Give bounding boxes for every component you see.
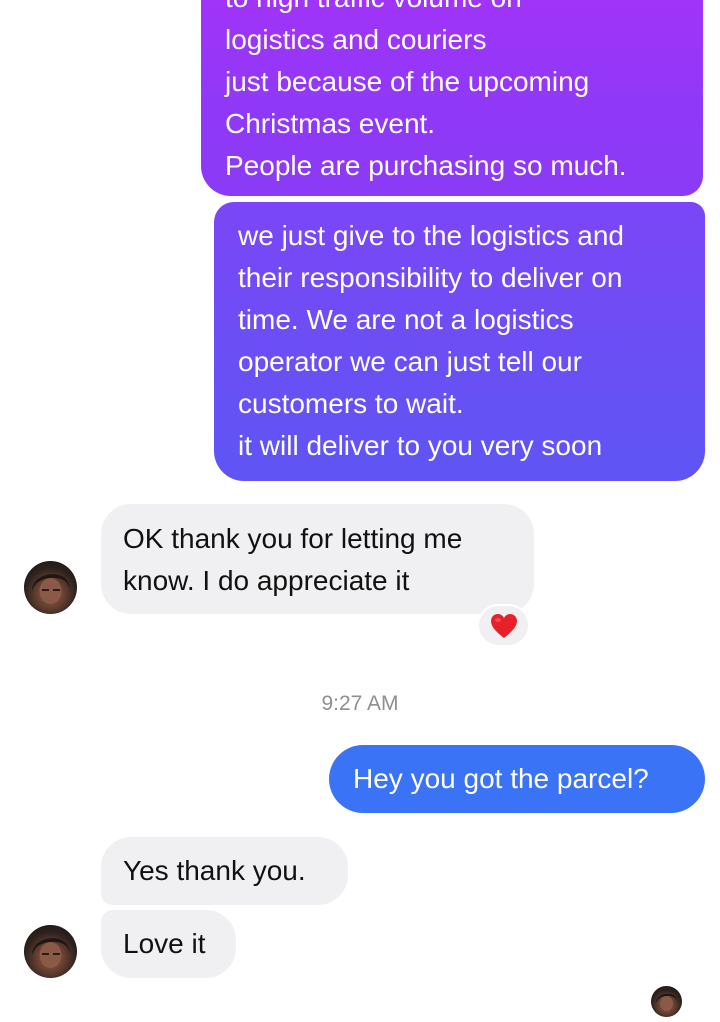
message-bubble-incoming[interactable]: OK thank you for letting me know. I do a… bbox=[101, 504, 534, 614]
avatar-photo-icon bbox=[32, 574, 70, 604]
reaction-badge[interactable] bbox=[477, 604, 530, 647]
message-line: Yes thank you. bbox=[123, 855, 306, 886]
message-bubble-incoming[interactable]: Yes thank you. bbox=[101, 837, 348, 905]
read-receipt-avatar bbox=[651, 986, 682, 1017]
message-bubble-outgoing[interactable]: Hey you got the parcel? bbox=[329, 745, 705, 813]
contact-avatar[interactable] bbox=[24, 561, 77, 614]
avatar-photo-icon bbox=[655, 993, 678, 1012]
contact-avatar[interactable] bbox=[24, 925, 77, 978]
message-line: Christmas event. bbox=[225, 108, 436, 139]
message-line: operator we can just tell our bbox=[238, 346, 582, 377]
message-line: logistics and couriers bbox=[225, 24, 487, 55]
message-line: know. I do appreciate it bbox=[123, 565, 410, 596]
message-line: to high traffic volume on bbox=[225, 0, 679, 19]
message-line: just because of the upcoming bbox=[225, 66, 590, 97]
message-line: Love it bbox=[123, 928, 206, 959]
message-bubble-incoming[interactable]: Love it bbox=[101, 910, 236, 978]
message-line: it will deliver to you very soon bbox=[238, 430, 603, 461]
message-line: customers to wait. bbox=[238, 388, 464, 419]
message-line: OK thank you for letting me bbox=[123, 523, 463, 554]
message-line: their responsibility to deliver on bbox=[238, 262, 623, 293]
message-line: time. We are not a logistics bbox=[238, 304, 574, 335]
avatar-photo-icon bbox=[32, 938, 70, 968]
message-line: People are purchasing so much. bbox=[225, 150, 627, 181]
message-bubble-outgoing[interactable]: to high traffic volume on logistics and … bbox=[201, 0, 703, 196]
message-line: we just give to the logistics and bbox=[238, 220, 624, 251]
message-bubble-outgoing[interactable]: we just give to the logistics and their … bbox=[214, 202, 705, 481]
message-line: Hey you got the parcel? bbox=[353, 763, 649, 794]
heart-icon bbox=[490, 613, 517, 638]
timestamp: 9:27 AM bbox=[321, 692, 399, 715]
